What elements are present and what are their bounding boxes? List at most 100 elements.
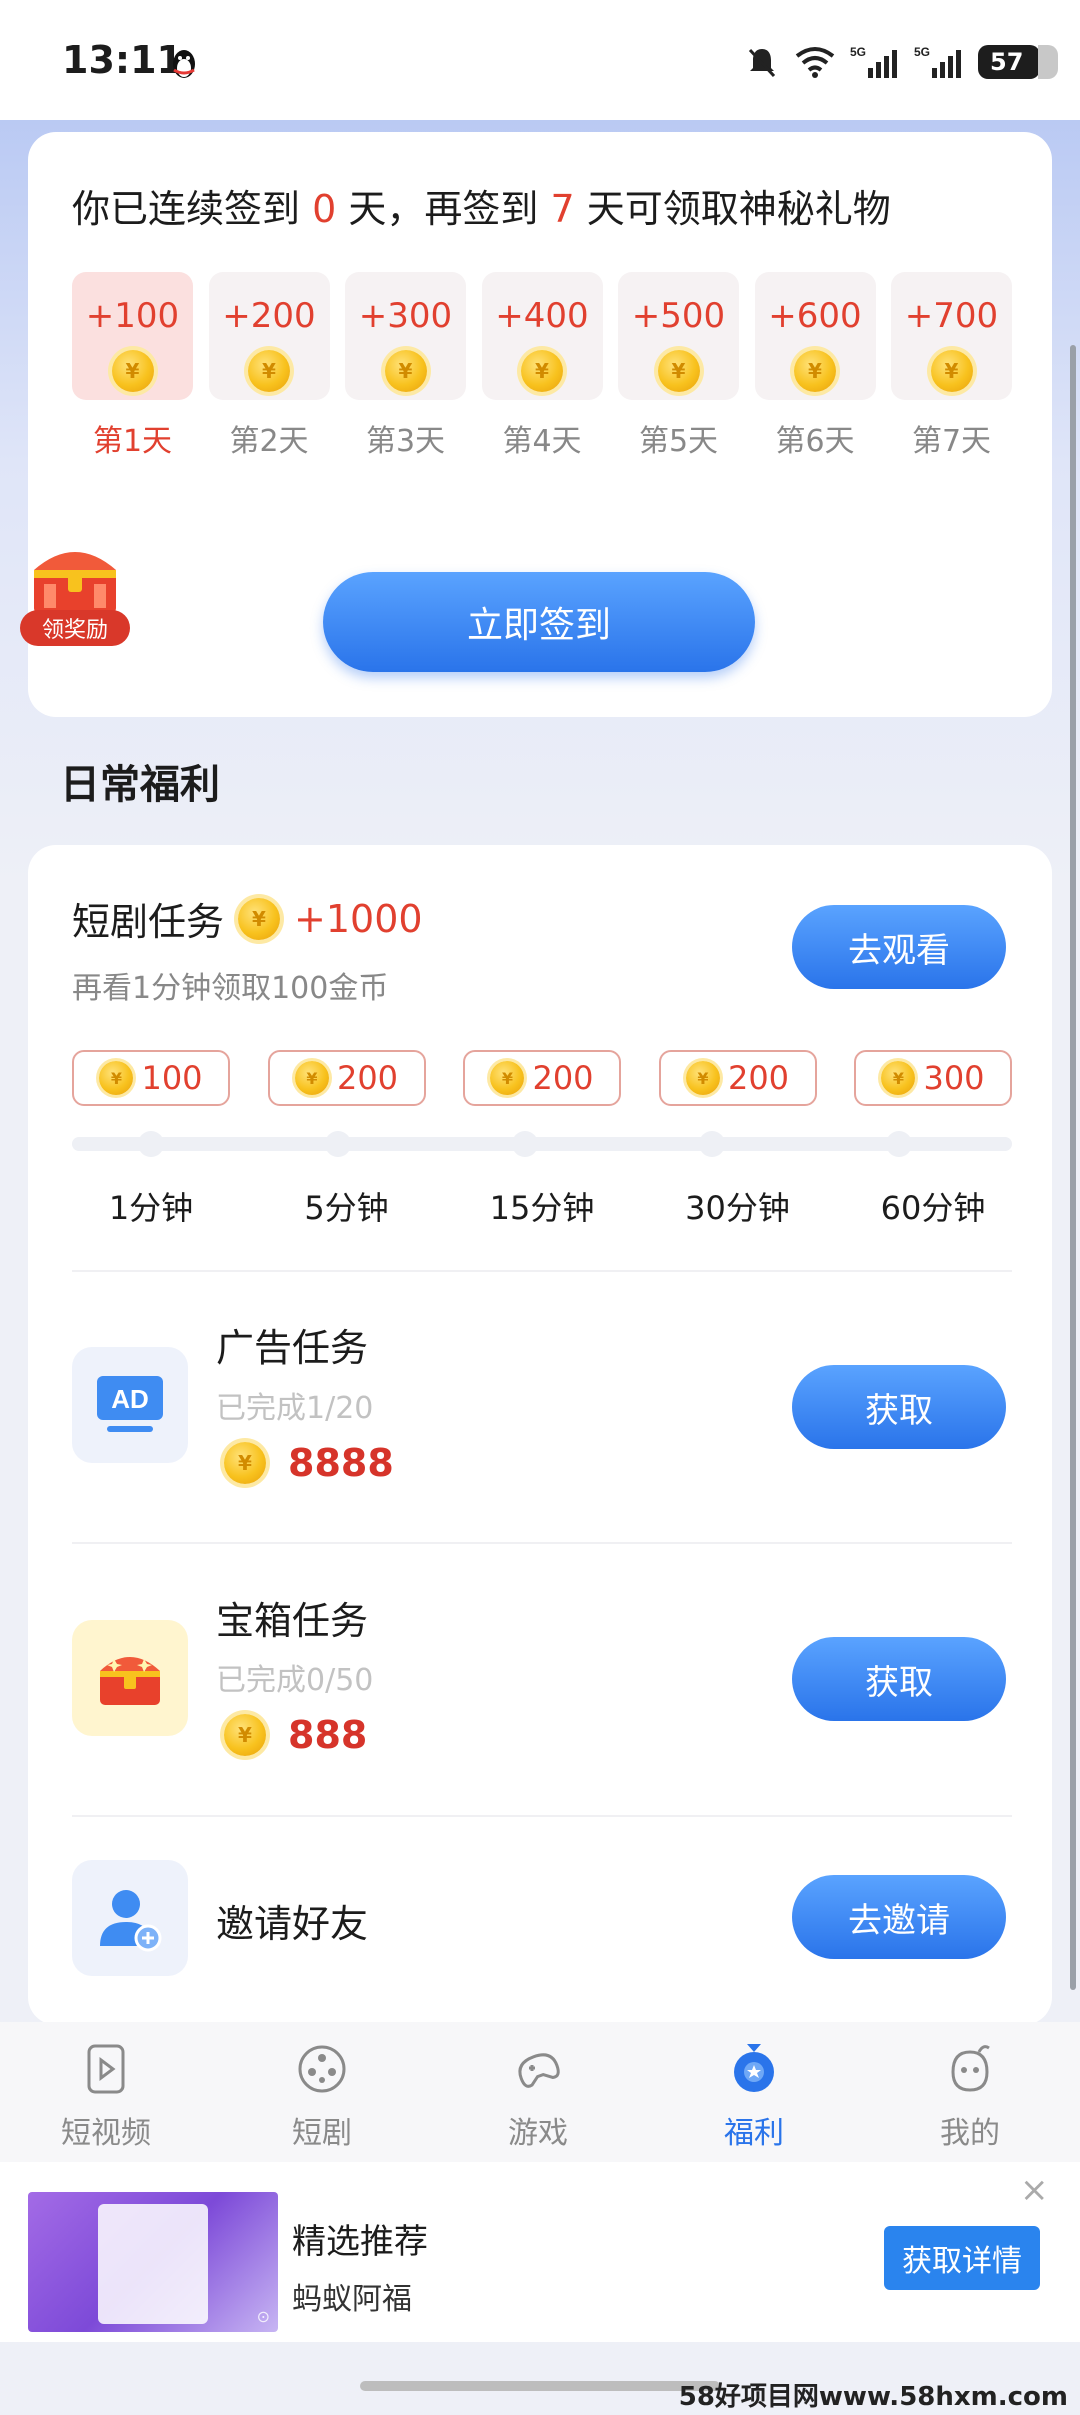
signin-day-2[interactable]: +200 ¥ 第2天 [208,272,330,460]
milestone-reward: ¥200 [267,1050,426,1106]
gold-coin-icon: ¥ [881,1061,916,1095]
milestone-reward: ¥200 [658,1050,817,1106]
progress-dot [699,1131,725,1157]
tab-benefits[interactable]: 福利 [674,2042,834,2152]
day-points: +400 [495,296,589,336]
svg-text:AD: AD [111,1384,149,1414]
add-user-icon [100,1890,162,1952]
bell-muted-icon [748,48,776,78]
progress-dot [138,1131,164,1157]
milestone-reward: ¥100 [72,1050,230,1106]
day-box: +500 ¥ [618,272,739,400]
gold-coin-icon: ¥ [294,1061,329,1095]
signin-day-7[interactable]: +700 ¥ 第7天 [891,272,1012,460]
signal-5g-icon: 5G [914,45,961,78]
milestone-reward-value: 200 [336,1059,399,1097]
battery-level: 57 [990,48,1024,76]
signin-day-6[interactable]: +600 ¥ 第6天 [754,272,876,460]
milestone-reward-value: 300 [923,1059,985,1097]
scrollbar[interactable] [1070,345,1076,1990]
day-label: 第7天 [911,424,992,459]
milestone-times: 1分钟 5分钟 15分钟 30分钟 60分钟 [72,1183,1012,1229]
invite-task-title: 邀请好友 [216,1902,369,1946]
tasks-card: 短剧任务 ¥ +1000 再看1分钟领取100金币 去观看 ¥100 ¥200 … [28,845,1052,2025]
gift-medal-icon [734,2044,774,2092]
reward-badge-label: 领奖励 [20,610,130,646]
gold-coin-icon: ¥ [238,897,281,940]
gold-coin-icon: ¥ [248,350,290,392]
ad-title: 精选推荐 [292,2222,428,2262]
watch-button[interactable]: 去观看 [792,905,1006,989]
milestone-reward-value: 200 [532,1059,594,1097]
tab-games[interactable]: 游戏 [458,2042,618,2152]
divider [72,1270,1012,1272]
chest-task-reward: ¥ 888 [224,1713,367,1757]
day-points: +600 [768,296,862,336]
gold-coin-icon: ¥ [521,350,563,392]
status-bar: 13:11 5G 5G 57 [0,0,1080,120]
home-indicator[interactable] [360,2381,720,2391]
day-box: +200 ¥ [208,272,330,400]
signin-title-mid: 天，再签到 [348,187,539,231]
drama-task-points: +1000 [294,896,423,941]
milestone-reward-value: 100 [141,1059,203,1097]
video-icon [87,2044,125,2094]
day-box: +700 ¥ [891,272,1012,400]
tab-label: 游戏 [508,2116,568,2151]
ad-task-icon: AD [72,1347,188,1463]
ad-task-reward-value: 8888 [288,1441,394,1485]
signin-day-1[interactable]: +100 ¥ 第1天 [72,272,193,460]
remaining-days: 7 [550,187,575,231]
bottom-tab-bar: 短视频 短剧 游戏 福利 我的 [0,2022,1080,2162]
svg-text:5G: 5G [914,45,930,59]
divider [72,1542,1012,1544]
signin-now-button[interactable]: 立即签到 [323,572,755,672]
day-box: +300 ¥ [345,272,466,400]
ad-thumbnail[interactable]: ⊙ [28,2192,278,2332]
signin-day-4[interactable]: +400 ¥ 第4天 [481,272,603,460]
reward-chest-badge[interactable]: 领奖励 [20,540,130,650]
signin-day-3[interactable]: +300 ¥ 第3天 [345,272,466,460]
qq-penguin-icon [173,50,195,78]
signin-day-list: +100 ¥ 第1天 +200 ¥ 第2天 +300 ¥ 第3天 +400 ¥ … [72,272,1012,460]
status-time: 13:11 [62,38,183,82]
progress-dot [886,1131,912,1157]
day-box: +400 ¥ [481,272,603,400]
tab-profile[interactable]: 我的 [890,2042,1050,2152]
milestone-time: 60分钟 [880,1189,986,1227]
signin-day-5[interactable]: +500 ¥ 第5天 [618,272,739,460]
tab-drama[interactable]: 短剧 [242,2042,402,2152]
close-icon[interactable]: × [1020,2170,1049,2210]
ad-icon: AD [97,1376,163,1432]
day-label: 第4天 [502,424,582,459]
gold-coin-icon: ¥ [384,350,427,392]
tab-label: 我的 [940,2116,1000,2151]
watch-progress-track [72,1131,1012,1157]
progress-dot [325,1131,351,1157]
svg-text:5G: 5G [850,45,866,59]
chest-task-reward-value: 888 [288,1713,368,1757]
ad-task-reward: ¥ 8888 [224,1441,394,1485]
signin-card: 你已连续签到 0 天，再签到 7 天可领取神秘礼物 +100 ¥ 第1天 +20… [28,132,1052,717]
milestone-time: 30分钟 [685,1189,790,1227]
tab-label: 短剧 [292,2116,352,2151]
milestone-time: 15分钟 [489,1189,595,1227]
day-points: +100 [85,296,180,336]
day-points: +300 [358,296,453,336]
battery-indicator: 57 [978,45,1058,79]
ad-brand: 蚂蚁阿福 [292,2282,412,2317]
tab-short-video[interactable]: 短视频 [26,2042,186,2152]
gold-coin-icon: ¥ [657,350,700,392]
invite-button[interactable]: 去邀请 [792,1875,1006,1959]
drama-task-subtitle: 再看1分钟领取100金币 [72,971,389,1006]
ad-details-button[interactable]: 获取详情 [884,2226,1040,2290]
ad-banner[interactable]: ⊙ 精选推荐 蚂蚁阿福 获取详情 × [0,2162,1080,2342]
signal-5g-icon: 5G [850,45,897,78]
ad-task-get-button[interactable]: 获取 [792,1365,1006,1449]
chest-task-get-button[interactable]: 获取 [792,1637,1006,1721]
profile-face-icon [951,2045,990,2092]
day-box: +600 ¥ [754,272,876,400]
gold-coin-icon: ¥ [111,350,154,392]
milestone-reward: ¥200 [463,1050,621,1106]
day-label: 第5天 [638,424,719,459]
